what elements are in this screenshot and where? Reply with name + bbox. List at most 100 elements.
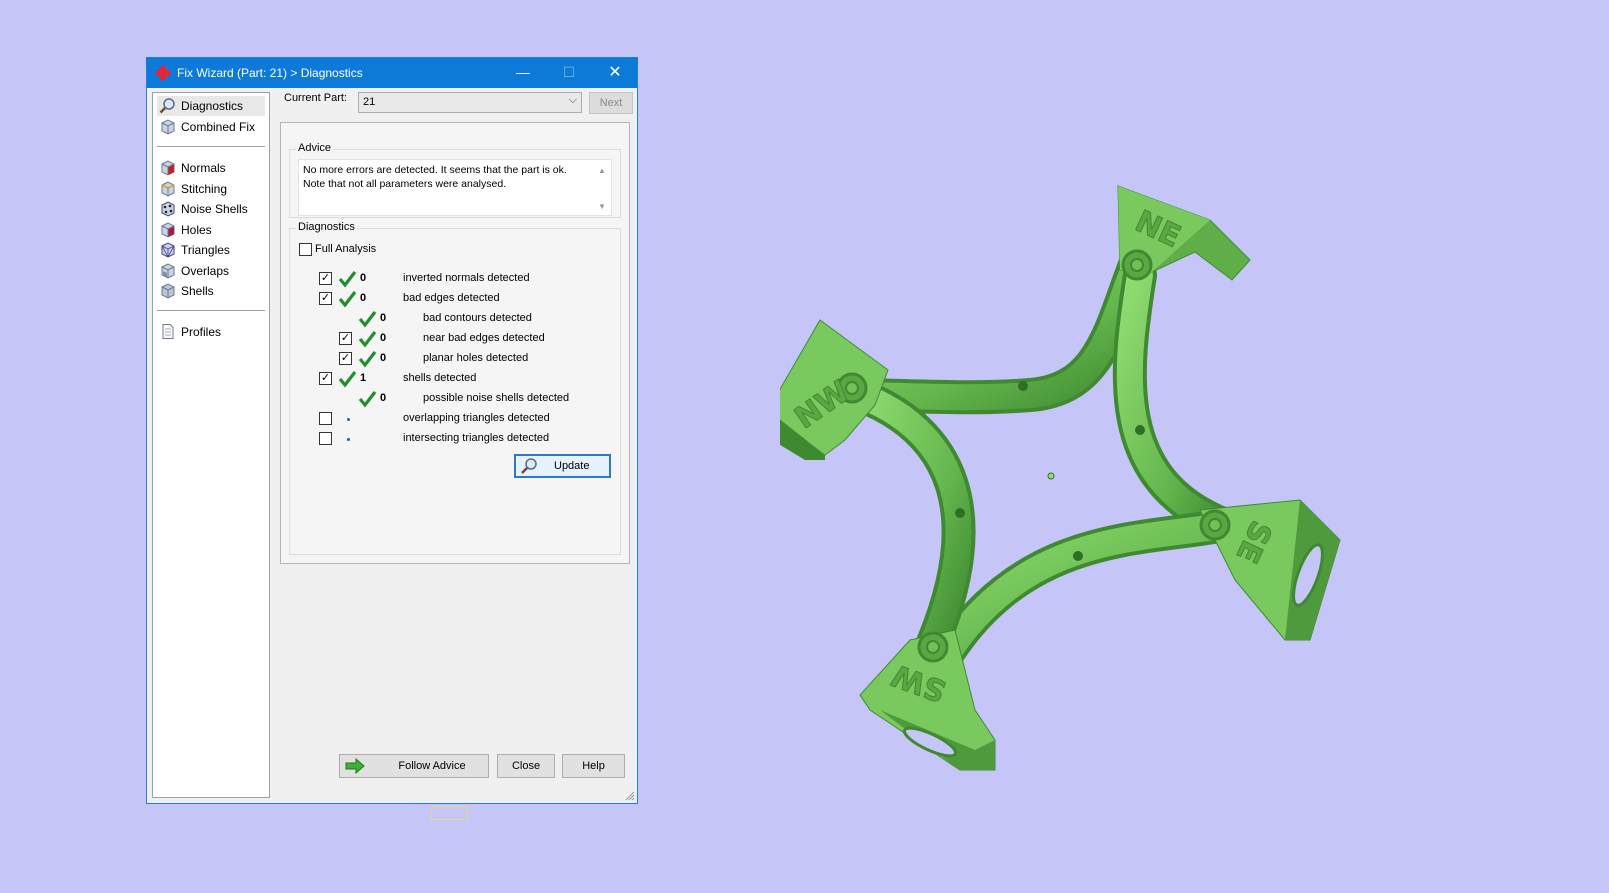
model-viewport[interactable]: NE NW SE SW [780,180,1390,800]
not-run-dot-icon [347,438,350,441]
row-count: 0 [380,392,387,404]
diagnostics-title: Diagnostics [296,221,357,233]
normals-cube-icon [161,160,175,176]
row-text: intersecting triangles detected [403,432,550,444]
not-run-dot-icon [347,418,350,421]
noise-shells-icon [161,201,175,217]
next-button[interactable]: Next [589,92,633,114]
nav-item-overlaps[interactable]: Overlaps [157,261,265,281]
nav-label: Overlaps [181,264,230,278]
magnifier-icon [521,458,537,474]
row-text: bad contours detected [423,312,532,324]
advice-scrollbar[interactable]: ▲ ▼ [595,162,609,213]
row-text: planar holes detected [423,352,529,364]
row-checkbox[interactable]: ✓ [339,332,352,345]
nav-item-shells[interactable]: Shells [157,281,265,301]
green-check-icon [358,391,377,408]
fix-wizard-window: Fix Wizard (Part: 21) > Diagnostics — ☐ … [146,57,638,804]
chevron-down-icon: ⌵ [568,94,577,106]
row-checkbox[interactable]: ✓ [319,272,332,285]
nav-label: Combined Fix [181,120,256,134]
follow-advice-label: Follow Advice [398,760,466,772]
row-text: inverted normals detected [403,272,530,284]
stitching-cube-icon [161,181,175,197]
spinner-part-3d-model[interactable]: NE NW SE SW [780,185,1341,771]
nav-item-stitching[interactable]: Stitching [157,179,265,199]
update-button[interactable]: Update [514,454,611,478]
advice-text-box: No more errors are detected. It seems th… [298,159,612,216]
green-check-icon [338,371,357,388]
drag-ghost-outline [431,806,468,820]
scroll-up-icon[interactable]: ▲ [598,164,606,178]
diagnostics-panel: Advice No more errors are detected. It s… [280,122,630,564]
nav-item-triangles[interactable]: Triangles [157,240,265,260]
row-count: 0 [380,332,387,344]
nav-label: Normals [181,161,226,175]
green-check-icon [338,271,357,288]
full-analysis-label: Full Analysis [315,243,377,255]
row-count: 0 [380,352,387,364]
nav-label: Profiles [181,325,222,339]
advice-line-1: No more errors are detected. It seems th… [303,164,567,176]
overlaps-cube-icon [161,263,175,279]
close-button[interactable]: Close [497,754,555,778]
row-checkbox[interactable] [319,412,332,425]
row-checkbox[interactable]: ✓ [319,372,332,385]
close-window-button[interactable]: ✕ [592,58,638,88]
current-part-value: 21 [363,96,376,108]
close-label: Close [511,760,541,772]
nav-label: Stitching [181,182,228,196]
row-text: near bad edges detected [423,332,545,344]
row-text: possible noise shells detected [423,392,570,404]
current-part-select[interactable]: 21 ⌵ [358,92,582,113]
resize-grip-icon[interactable] [625,791,635,801]
cube-icon [161,119,175,135]
green-check-icon [358,311,377,328]
row-checkbox[interactable] [319,432,332,445]
fix-wizard-nav: Diagnostics Combined Fix Normals Stitchi… [152,92,270,798]
help-label: Help [582,760,605,772]
nav-item-combined-fix[interactable]: Combined Fix [157,117,265,137]
row-checkbox[interactable]: ✓ [319,292,332,305]
holes-cube-icon [161,222,175,238]
row-checkbox[interactable]: ✓ [339,352,352,365]
row-count: 1 [360,372,367,384]
green-check-icon [338,291,357,308]
nav-label: Triangles [181,243,230,257]
row-text: overlapping triangles detected [403,412,550,424]
row-text: bad edges detected [403,292,500,304]
title-bar[interactable]: Fix Wizard (Part: 21) > Diagnostics — ☐ … [147,58,637,88]
minimize-button[interactable]: — [500,58,546,88]
nav-item-noise-shells[interactable]: Noise Shells [157,199,265,219]
nav-item-normals[interactable]: Normals [157,158,265,178]
triangles-cube-icon [161,242,175,258]
row-count: 0 [360,292,367,304]
window-title: Fix Wizard (Part: 21) > Diagnostics [177,66,363,80]
row-count: 0 [360,272,367,284]
nav-label: Noise Shells [181,202,248,216]
advice-group: Advice No more errors are detected. It s… [289,142,621,218]
nav-item-diagnostics[interactable]: Diagnostics [157,96,265,116]
update-label: Update [554,460,590,472]
magnifier-icon [159,98,175,114]
row-count: 0 [380,312,387,324]
nav-label: Holes [181,223,212,237]
scroll-down-icon[interactable]: ▼ [598,200,606,214]
nav-separator [157,146,265,147]
shells-cube-icon [161,283,175,299]
follow-advice-button[interactable]: Follow Advice [339,754,489,778]
row-text: shells detected [403,372,477,384]
maximize-button[interactable]: ☐ [546,58,592,88]
current-part-label: Current Part: [284,92,347,104]
green-check-icon [358,351,377,368]
document-icon [162,324,174,339]
green-check-icon [358,331,377,348]
red-cross-icon [156,66,170,80]
full-analysis-checkbox[interactable] [299,243,312,256]
nav-separator [157,310,265,311]
help-button[interactable]: Help [562,754,625,778]
nav-item-holes[interactable]: Holes [157,220,265,240]
nav-item-profiles[interactable]: Profiles [157,322,265,342]
pivot-marker-icon[interactable] [1047,472,1055,480]
nav-label: Shells [181,284,214,298]
